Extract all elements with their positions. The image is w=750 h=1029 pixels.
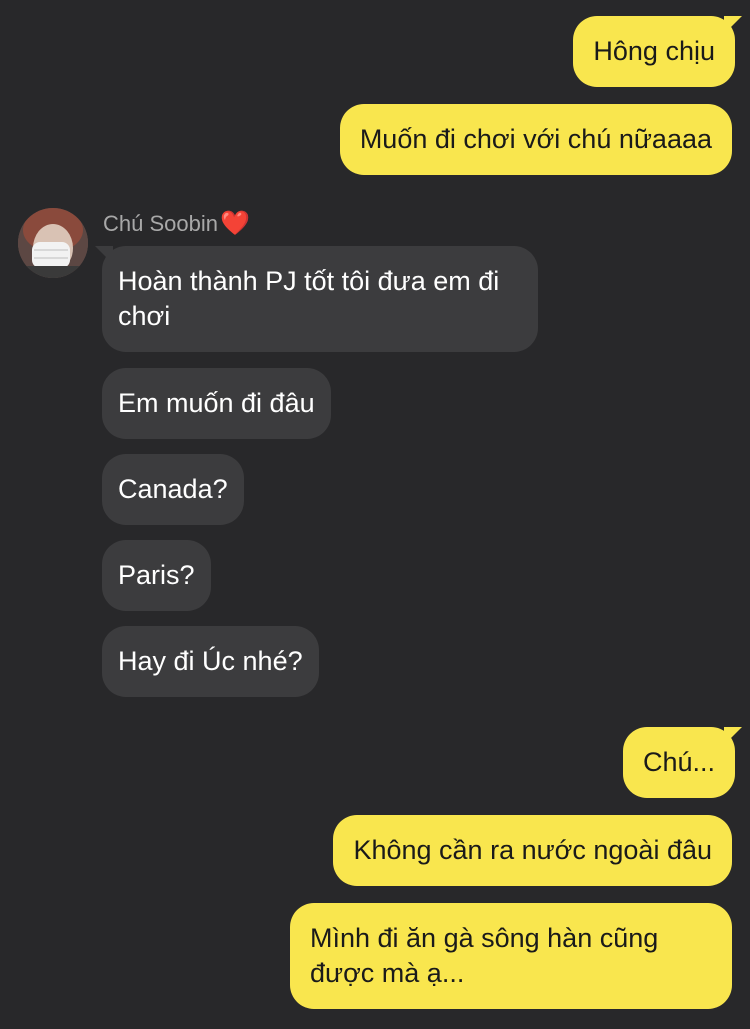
message-bubble-sent[interactable]: Không cần ra nước ngoài đâu [333, 815, 732, 886]
message-bubble-received[interactable]: Hoàn thành PJ tốt tôi đưa em đi chơi [102, 246, 538, 352]
heart-icon: ❤️ [219, 210, 250, 237]
avatar-photo-icon [18, 208, 88, 278]
message-bubble-received[interactable]: Hay đi Úc nhé? [102, 626, 319, 697]
message-bubble-sent[interactable]: Hông chịu [573, 16, 735, 87]
message-bubble-received[interactable]: Paris? [102, 540, 211, 611]
message-bubble-received[interactable]: Canada? [102, 454, 244, 525]
chat-conversation[interactable]: Hông chịu Muốn đi chơi với chú nữaaaa Ch… [0, 0, 750, 1029]
message-bubble-sent[interactable]: Mình đi ăn gà sông hàn cũng được mà ạ... [290, 903, 732, 1009]
message-bubble-sent[interactable]: Muốn đi chơi với chú nữaaaa [339, 104, 732, 175]
sender-name-text: Chú Soobin [103, 211, 218, 236]
sender-name: Chú Soobin ❤️ [103, 209, 250, 239]
message-bubble-sent[interactable]: Chú... [622, 727, 735, 798]
message-bubble-received[interactable]: Em muốn đi đâu [102, 368, 331, 439]
avatar[interactable] [18, 208, 88, 278]
